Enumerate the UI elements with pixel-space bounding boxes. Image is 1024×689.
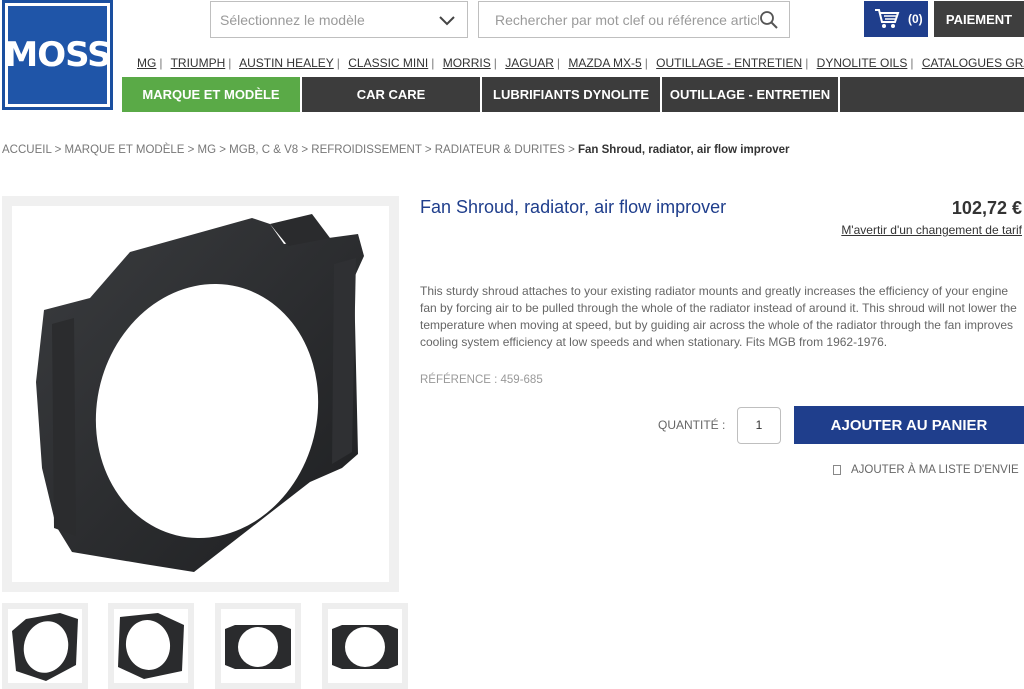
thumbnail-4[interactable] <box>322 603 408 689</box>
search-placeholder: Rechercher par mot clef ou référence art… <box>495 12 769 28</box>
nav-item-marque-modele[interactable]: MARQUE ET MODÈLE <box>122 77 302 112</box>
product-image-frame <box>12 206 389 582</box>
brand-link-mg[interactable]: MG <box>137 56 156 70</box>
brand-link-morris[interactable]: MORRIS <box>443 56 491 70</box>
product-reference: RÉFÉRENCE : 459-685 <box>420 374 543 386</box>
cart-count: (0) <box>908 12 923 26</box>
product-title: Fan Shroud, radiator, air flow improver <box>420 197 727 217</box>
checkout-button[interactable]: PAIEMENT <box>934 1 1024 37</box>
brand-link-catalogues[interactable]: CATALOGUES GRATUITS <box>922 56 1024 70</box>
search-icon[interactable] <box>759 10 779 30</box>
fan-shroud-image <box>36 214 364 572</box>
thumbnail-1[interactable] <box>2 603 88 689</box>
chevron-down-icon <box>439 16 455 26</box>
quantity-label: QUANTITÉ : <box>658 418 726 432</box>
brand-link-outillage[interactable]: OUTILLAGE - ENTRETIEN <box>656 56 802 70</box>
price-alert-link[interactable]: M'avertir d'un changement de tarif <box>841 223 1022 237</box>
brand-link-jaguar[interactable]: JAGUAR <box>505 56 554 70</box>
breadcrumb: ACCUEIL > MARQUE ET MODÈLE > MG > MGB, C… <box>2 144 790 156</box>
thumbnail-image-4 <box>332 625 398 669</box>
add-to-cart-button[interactable]: AJOUTER AU PANIER <box>794 406 1024 444</box>
breadcrumb-current: Fan Shroud, radiator, air flow improver <box>577 144 790 156</box>
brand-links: MG | TRIUMPH | AUSTIN HEALEY | CLASSIC MINI… <box>137 56 1024 70</box>
wishlist-icon <box>833 465 841 475</box>
nav-item-lubrifiants[interactable]: LUBRIFIANTS DYNOLITE <box>482 77 662 112</box>
product-price: 102,72 € <box>951 198 1022 218</box>
brand-link-austin-healey[interactable]: AUSTIN HEALEY <box>239 56 334 70</box>
brand-link-triumph[interactable]: TRIUMPH <box>171 56 226 70</box>
nav-item-outillage[interactable]: OUTILLAGE - ENTRETIEN <box>662 77 840 112</box>
logo-badge: MOSS <box>4 6 112 104</box>
product-description: This sturdy shroud attaches to your exis… <box>420 284 1017 349</box>
model-select[interactable]: Sélectionnez le modèle <box>210 1 468 38</box>
wishlist-label: AJOUTER À MA LISTE D'ENVIE <box>851 464 1019 476</box>
brand-link-classic-mini[interactable]: CLASSIC MINI <box>348 56 428 70</box>
thumbnail-image-2 <box>118 613 184 679</box>
thumbnail-image-1 <box>12 613 78 681</box>
thumbnail-image-3 <box>225 625 291 669</box>
thumbnail-2[interactable] <box>108 603 194 689</box>
brand-link-mazda-mx5[interactable]: MAZDA MX-5 <box>568 56 641 70</box>
main-nav: MARQUE ET MODÈLE CAR CARE LUBRIFIANTS DY… <box>122 77 1024 112</box>
model-select-placeholder: Sélectionnez le modèle <box>220 12 365 28</box>
breadcrumb-path[interactable]: ACCUEIL > MARQUE ET MODÈLE > MG > MGB, C… <box>2 144 578 156</box>
nav-item-car-care[interactable]: CAR CARE <box>302 77 482 112</box>
brand-link-dynolite-oils[interactable]: DYNOLITE OILS <box>817 56 908 70</box>
cart-icon <box>875 9 900 28</box>
moss-logo[interactable]: MOSS <box>2 0 113 110</box>
thumbnail-3[interactable] <box>215 603 301 689</box>
logo-text: MOSS <box>4 35 111 75</box>
wishlist-link[interactable]: AJOUTER À MA LISTE D'ENVIE <box>833 464 1019 476</box>
product-main-image[interactable] <box>2 196 399 592</box>
cart-button[interactable]: (0) <box>864 1 928 37</box>
search-input[interactable]: Rechercher par mot clef ou référence art… <box>478 1 790 38</box>
quantity-input[interactable]: 1 <box>737 407 781 444</box>
